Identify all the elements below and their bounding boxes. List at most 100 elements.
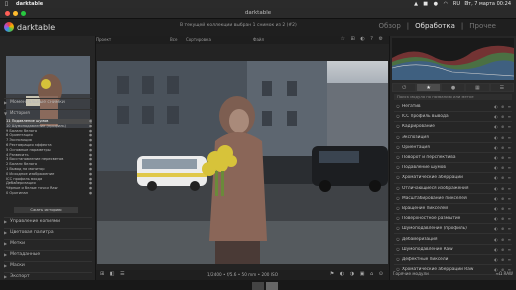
view-darkroom[interactable]: Обработка [415,22,455,30]
power-icon[interactable]: ⏻ [394,114,402,119]
module-search-input[interactable]: Поиск модуля по названию или метке [394,94,512,100]
menubar-clock[interactable]: Пт, 7 марта 00:24 [464,1,511,7]
module-item[interactable]: ⏻ Поверхностное размытие ◐ ⊕ ≡ [394,214,512,225]
snapshots-section[interactable]: ▶ Моментальные снимки [4,98,92,105]
tags-section[interactable]: ▶ Метки [4,239,92,246]
view-other[interactable]: Прочее [469,22,496,30]
expand-icon: ▶ [4,99,8,105]
power-icon[interactable]: ⏻ [394,124,402,129]
module-item[interactable]: ⏻ Отличающиеся изображения ◐ ⊕ ≡ [394,184,512,194]
compress-history-button[interactable]: Сжать историю [14,207,78,213]
module-label: Кадрирование [402,124,435,130]
history-item-icon: ● [88,190,92,195]
power-icon[interactable]: ⏻ [394,145,402,150]
module-controls-icon[interactable]: ◐ ⊕ ≡ [494,165,512,170]
view-lighttable[interactable]: Обзор [378,22,400,30]
module-item[interactable]: ⏻ Подавление шумов ◐ ⊕ ≡ [394,163,512,174]
power-icon[interactable]: ⏻ [394,135,402,140]
view-separator: | [406,22,410,30]
sort-label[interactable]: Сортировка [186,37,211,42]
module-item[interactable]: ⏻ Шумоподавление Raw ◐ ⊕ ≡ [394,245,512,255]
module-controls-icon[interactable]: ◐ ⊕ ≡ [494,186,512,191]
module-item[interactable]: ⏻ Кадрирование ◐ ⊕ ≡ [394,122,512,133]
filter-label[interactable]: Все [170,37,177,42]
power-icon[interactable]: ⏻ [394,237,402,242]
metadata-section[interactable]: ▶ Метаданные [4,250,92,257]
input-language[interactable]: RU [453,1,460,7]
wifi-icon[interactable]: ◠ [444,1,448,7]
edited-photo[interactable] [97,61,388,264]
filmstrip [0,280,516,290]
tab-grading[interactable]: ▦ [465,83,490,92]
module-item[interactable]: ⏻ Поворот и перспектива ◐ ⊕ ≡ [394,153,512,164]
flag-icon[interactable]: ■ [423,1,428,7]
tab-effects[interactable]: ☰ [489,83,515,92]
quick-access-label[interactable]: Горячие модули [393,271,429,276]
project-label[interactable]: Проект [96,37,111,42]
module-controls-icon[interactable]: ◐ ⊕ ≡ [494,226,512,231]
window-title: darktable [244,10,272,16]
module-controls-icon[interactable]: ◐ ⊕ ≡ [494,175,512,180]
module-controls-icon[interactable]: ◐ ⊕ ≡ [494,196,512,201]
module-item[interactable]: ⏻ Дефектные пиксели ◐ ⊕ ≡ [394,255,512,265]
circle-icon: ● [450,84,456,91]
module-controls-icon[interactable]: ◐ ⊕ ≡ [494,206,512,211]
power-icon[interactable]: ⏻ [394,226,402,231]
menubar-app-name[interactable]: darktable [16,1,43,7]
power-icon[interactable]: ⏻ [394,186,402,191]
module-controls-icon[interactable]: ◐ ⊕ ≡ [494,257,512,262]
apple-icon[interactable]:  [5,1,8,7]
color-picker-section[interactable]: ▶ Цветовая палитра [4,228,92,235]
image-canvas[interactable] [96,44,389,270]
module-controls-icon[interactable]: ◐ ⊕ ≡ [494,237,512,242]
module-item[interactable]: ⏻ Хроматические аберрации ◐ ⊕ ≡ [394,173,512,184]
module-controls-icon[interactable]: ◐ ⊕ ≡ [494,247,512,252]
module-controls-icon[interactable]: ◐ ⊕ ≡ [494,114,512,119]
module-controls-icon[interactable]: ◐ ⊕ ≡ [494,155,512,160]
module-controls-icon[interactable]: ◐ ⊕ ≡ [494,104,512,109]
history-section[interactable]: ▼ История [4,109,92,116]
module-controls-icon[interactable]: ◐ ⊕ ≡ [494,135,512,140]
file-label[interactable]: Файл [253,37,264,42]
power-icon[interactable]: ⏻ [394,216,402,221]
film-thumbnail[interactable] [252,282,264,290]
masks-section[interactable]: ▶ Маски [4,261,92,268]
circle-icon[interactable]: ● [434,1,438,7]
right-panel-footer: Горячие модули ≈Ω RAW [393,271,513,276]
bottom-right-icons[interactable]: ⚑ ◐ ◑ ▣ ⌂ ⊙ [330,271,385,277]
module-item[interactable]: ⏻ ICC профиль вывода ◐ ⊕ ≡ [394,112,512,123]
histogram[interactable] [392,38,514,80]
tab-technical[interactable]: ● [440,83,466,92]
module-controls-icon[interactable]: ◐ ⊕ ≡ [494,145,512,150]
power-icon[interactable]: ⏻ [394,247,402,252]
film-thumbnail[interactable] [266,282,278,290]
module-controls-icon[interactable]: ◐ ⊕ ≡ [494,216,512,221]
module-item[interactable]: ⏻ Масштабирование пикселей ◐ ⊕ ≡ [394,194,512,204]
export-section[interactable]: ▶ Экспорт [4,272,92,279]
toolbar-icons[interactable]: ☆ ⊞ ◐ ? ⚙ [340,36,385,42]
duplicate-manager-section[interactable]: ▶ Управление копиями [4,217,92,224]
power-icon[interactable]: ⏻ [394,206,402,211]
module-label: Вращение пикселей [402,205,448,211]
navigation-thumbnail[interactable] [6,56,90,128]
module-item[interactable]: ⏻ Шумоподавление (профиль) ◐ ⊕ ≡ [394,224,512,235]
tab-favorites[interactable]: ★ [416,83,441,92]
module-controls-icon[interactable]: ◐ ⊕ ≡ [494,124,512,129]
module-item[interactable]: ⏻ Вращение пикселей ◐ ⊕ ≡ [394,204,512,215]
power-icon[interactable]: ⏻ [394,196,402,201]
module-item[interactable]: ⏻ Негатив ◐ ⊕ ≡ [394,102,512,113]
module-label: Хроматические аберрации [402,175,463,181]
module-item[interactable]: ⏻ Ориентация ◐ ⊕ ≡ [394,143,512,153]
module-label: Отличающиеся изображения [402,185,469,191]
tool-icon[interactable]: ▲ [414,1,418,7]
power-icon[interactable]: ⏻ [394,257,402,262]
module-label: Поворот и перспектива [402,155,456,161]
module-item[interactable]: ⏻ Дебайеризация ◐ ⊕ ≡ [394,234,512,245]
module-item[interactable]: ⏻ Экспозиция ◐ ⊕ ≡ [394,133,512,143]
tab-active-modules[interactable]: ⏻ [392,83,417,92]
history-item[interactable]: 0 Оригинал ● [6,191,92,196]
power-icon[interactable]: ⏻ [394,175,402,180]
power-icon[interactable]: ⏻ [394,165,402,170]
power-icon[interactable]: ⏻ [394,104,402,109]
power-icon[interactable]: ⏻ [394,155,402,160]
